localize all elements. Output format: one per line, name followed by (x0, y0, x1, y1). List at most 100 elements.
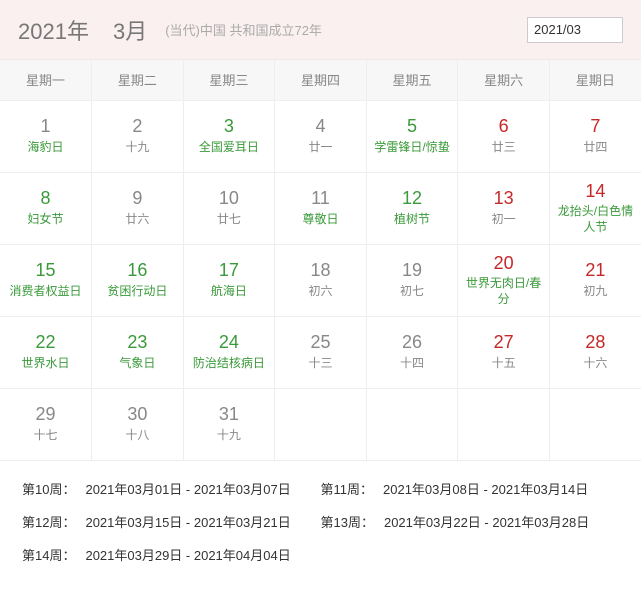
calendar-cell[interactable]: 1 海豹日 (0, 100, 92, 172)
date-input[interactable] (527, 17, 623, 43)
calendar-cell[interactable]: 29十七 (0, 388, 92, 460)
weekday-header: 星期五 (366, 60, 458, 100)
day-number: 1 (2, 116, 89, 138)
day-subtext: 尊敬日 (277, 212, 364, 228)
calendar-cell[interactable]: 26十四 (366, 316, 458, 388)
day-number: 19 (369, 260, 456, 282)
calendar-cell[interactable]: 18初六 (275, 244, 367, 316)
day-subtext: 海豹日 (2, 140, 89, 156)
calendar-row: 1 海豹日2十九3 全国爱耳日4廿一5学雷锋日/惊蛰6廿三7 廿四 (0, 100, 641, 172)
day-subtext: 全国爱耳日 (186, 140, 273, 156)
day-number: 20 (460, 253, 547, 275)
day-number: 28 (552, 332, 639, 354)
week-label: 第13周： (321, 512, 374, 531)
day-subtext: 廿七 (186, 212, 273, 228)
day-subtext: 学雷锋日/惊蛰 (369, 140, 456, 156)
calendar-row: 8 妇女节 9 廿六 10 廿七11 尊敬日12植树节13初一14龙抬头/白色情人节 (0, 172, 641, 244)
day-number: 25 (277, 332, 364, 354)
day-subtext: 十九 (186, 428, 273, 444)
calendar-cell[interactable]: 15 消费者权益日 (0, 244, 92, 316)
calendar-header: 2021年 3月 (当代)中国 共和国成立72年 (0, 0, 641, 60)
week-item: 第13周： 2021年03月22日 - 2021年03月28日 (321, 512, 620, 531)
day-subtext: 防治结核病日 (186, 356, 273, 372)
day-number: 30 (94, 404, 181, 426)
calendar-cell[interactable]: 27 十五 (458, 316, 550, 388)
calendar-cell[interactable]: 31 十九 (183, 388, 275, 460)
calendar-cell[interactable]: 7 廿四 (549, 100, 641, 172)
day-subtext: 贫困行动日 (94, 284, 181, 300)
week-label: 第14周： (22, 545, 75, 564)
day-number: 8 (2, 188, 89, 210)
week-item: 第12周： 2021年03月15日 - 2021年03月21日 (22, 512, 321, 531)
day-number: 27 (460, 332, 547, 354)
calendar-cell[interactable]: 28 十六 (549, 316, 641, 388)
calendar-cell[interactable]: 2十九 (92, 100, 184, 172)
week-range: 2021年03月29日 - 2021年04月04日 (85, 545, 290, 564)
week-label: 第12周： (22, 512, 75, 531)
calendar-cell[interactable]: 20世界无肉日/春分 (458, 244, 550, 316)
calendar-cell[interactable]: 5学雷锋日/惊蛰 (366, 100, 458, 172)
week-item: 第10周：2021年03月01日 - 2021年03月07日 (22, 479, 321, 498)
calendar-cell (366, 388, 458, 460)
weekday-header: 星期三 (183, 60, 275, 100)
week-range: 2021年03月08日 - 2021年03月14日 (383, 479, 588, 498)
calendar-cell[interactable]: 21 初九 (549, 244, 641, 316)
calendar-cell[interactable]: 12植树节 (366, 172, 458, 244)
calendar-cell[interactable]: 10 廿七 (183, 172, 275, 244)
week-row: 第14周： 2021年03月29日 - 2021年04月04日 (22, 545, 619, 564)
day-number: 12 (369, 188, 456, 210)
calendar-cell (549, 388, 641, 460)
calendar-cell[interactable]: 11 尊敬日 (275, 172, 367, 244)
calendar-cell[interactable]: 25 十三 (275, 316, 367, 388)
calendar-cell[interactable]: 9 廿六 (92, 172, 184, 244)
year-title: 2021年 (18, 14, 89, 46)
day-subtext: 廿三 (460, 140, 547, 156)
calendar-cell[interactable]: 4廿一 (275, 100, 367, 172)
calendar-cell[interactable]: 13初一 (458, 172, 550, 244)
day-number: 3 (186, 116, 273, 138)
day-subtext: 初九 (552, 284, 639, 300)
week-label: 第10周： (22, 479, 75, 498)
day-number: 31 (186, 404, 273, 426)
week-range: 2021年03月15日 - 2021年03月21日 (85, 512, 290, 531)
calendar-row: 29十七30十八31 十九 (0, 388, 641, 460)
calendar-cell[interactable]: 14龙抬头/白色情人节 (549, 172, 641, 244)
day-number: 11 (277, 188, 364, 210)
day-number: 26 (369, 332, 456, 354)
day-subtext: 十六 (552, 356, 639, 372)
day-number: 21 (552, 260, 639, 282)
day-subtext: 廿四 (552, 140, 639, 156)
day-subtext: 龙抬头/白色情人节 (552, 204, 639, 235)
calendar-cell[interactable]: 8 妇女节 (0, 172, 92, 244)
weekday-header-row: 星期一星期二星期三星期四星期五星期六星期日 (0, 60, 641, 100)
day-number: 15 (2, 260, 89, 282)
calendar-cell[interactable]: 23气象日 (92, 316, 184, 388)
calendar-cell[interactable]: 19初七 (366, 244, 458, 316)
day-subtext: 十五 (460, 356, 547, 372)
day-subtext: 十七 (2, 428, 89, 444)
calendar-cell[interactable]: 24防治结核病日 (183, 316, 275, 388)
calendar-cell[interactable]: 16 贫困行动日 (92, 244, 184, 316)
week-range: 2021年03月22日 - 2021年03月28日 (384, 512, 589, 531)
day-subtext: 十三 (277, 356, 364, 372)
calendar-grid: 星期一星期二星期三星期四星期五星期六星期日 1海豹日2十九3全国爱耳日4廿一5学… (0, 60, 641, 461)
calendar-cell[interactable]: 22世界水日 (0, 316, 92, 388)
calendar-row: 15 消费者权益日 16 贫困行动日17航海日18初六19初七20世界无肉日/春分21… (0, 244, 641, 316)
calendar-cell[interactable]: 3 全国爱耳日 (183, 100, 275, 172)
day-number: 7 (552, 116, 639, 138)
day-number: 16 (94, 260, 181, 282)
day-number: 9 (94, 188, 181, 210)
day-subtext: 消费者权益日 (2, 284, 89, 300)
calendar-cell[interactable]: 30十八 (92, 388, 184, 460)
calendar-cell (275, 388, 367, 460)
day-number: 22 (2, 332, 89, 354)
calendar-cell[interactable]: 6廿三 (458, 100, 550, 172)
day-number: 10 (186, 188, 273, 210)
day-number: 23 (94, 332, 181, 354)
week-ranges-list: 第10周：2021年03月01日 - 2021年03月07日第11周：2021年… (0, 461, 641, 582)
weekday-header: 星期二 (92, 60, 184, 100)
day-number: 2 (94, 116, 181, 138)
day-subtext: 妇女节 (2, 212, 89, 228)
day-subtext: 廿六 (94, 212, 181, 228)
calendar-cell[interactable]: 17航海日 (183, 244, 275, 316)
